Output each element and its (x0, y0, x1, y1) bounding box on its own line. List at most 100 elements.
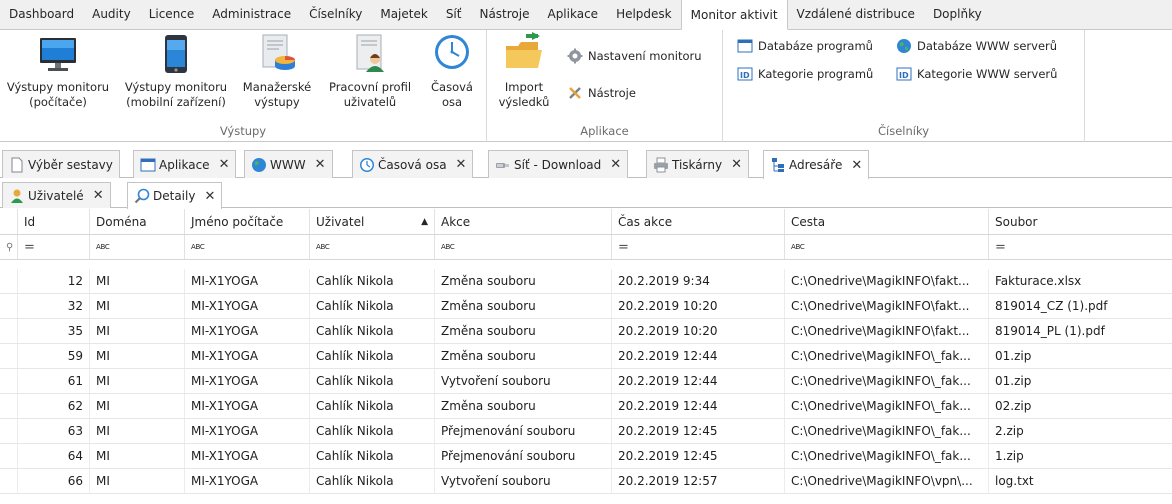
cell-uzivatel[interactable]: Cahlík Nikola (310, 469, 435, 493)
nastaveni-monitoru-button[interactable]: Nastavení monitoru (567, 48, 702, 64)
cell-soubor[interactable]: Fakturace.xlsx (989, 269, 1172, 293)
row-indicator[interactable] (0, 394, 18, 418)
cell-akce[interactable]: Změna souboru (435, 394, 612, 418)
tab-detaily[interactable]: Detaily ✕ (127, 182, 223, 209)
column-header-cesta[interactable]: Cesta (785, 209, 989, 234)
row-indicator[interactable] (0, 419, 18, 443)
cell-domena[interactable]: MI (90, 444, 185, 468)
menu-tab-administrace[interactable]: Administrace (203, 0, 300, 29)
pracovni-profil-button[interactable]: Pracovní profil uživatelů (320, 32, 420, 110)
close-icon[interactable]: ✕ (204, 189, 215, 204)
close-icon[interactable]: ✕ (610, 157, 621, 172)
cell-id[interactable]: 64 (18, 444, 90, 468)
cell-uzivatel[interactable]: Cahlík Nikola (310, 294, 435, 318)
cell-jmeno-pocitace[interactable]: MI-X1YOGA (185, 319, 310, 343)
cell-cesta[interactable]: C:\Onedrive\MagikINFO\fakt... (785, 269, 989, 293)
cell-id[interactable]: 32 (18, 294, 90, 318)
cell-domena[interactable]: MI (90, 344, 185, 368)
cell-soubor[interactable]: 819014_PL (1).pdf (989, 319, 1172, 343)
table-row[interactable]: 32 MI MI-X1YOGA Cahlík Nikola Změna souboru 2… (0, 294, 1172, 319)
cell-cesta[interactable]: C:\Onedrive\MagikINFO\fakt... (785, 294, 989, 318)
databaze-programu-button[interactable]: Databáze programů (737, 38, 873, 54)
cell-cas-akce[interactable]: 20.2.2019 12:45 (612, 419, 785, 443)
cell-cas-akce[interactable]: 20.2.2019 9:34 (612, 269, 785, 293)
casova-osa-button[interactable]: Časová osa (422, 32, 482, 110)
column-header-uzivatel[interactable]: Uživatel ▲ (310, 209, 435, 234)
cell-cas-akce[interactable]: 20.2.2019 12:45 (612, 444, 785, 468)
filter-cell-soubor[interactable]: = (989, 235, 1172, 259)
menu-tab-doplnky[interactable]: Doplňky (924, 0, 991, 29)
menu-tab-audity[interactable]: Audity (83, 0, 140, 29)
cell-uzivatel[interactable]: Cahlík Nikola (310, 444, 435, 468)
cell-soubor[interactable]: log.txt (989, 469, 1172, 493)
cell-soubor[interactable]: 819014_CZ (1).pdf (989, 294, 1172, 318)
cell-cesta[interactable]: C:\Onedrive\MagikINFO\_fak... (785, 344, 989, 368)
cell-domena[interactable]: MI (90, 269, 185, 293)
filter-cell-id[interactable]: = (18, 235, 90, 259)
column-header-jmeno-pocitace[interactable]: Jméno počítače (185, 209, 310, 234)
vystupy-monitoru-pocitace-button[interactable]: Výstupy monitoru (počítače) (0, 32, 116, 110)
tab-sit-download[interactable]: Síť - Download ✕ (488, 150, 629, 178)
cell-id[interactable]: 62 (18, 394, 90, 418)
menu-tab-licence[interactable]: Licence (140, 0, 204, 29)
cell-cesta[interactable]: C:\Onedrive\MagikINFO\vpn\... (785, 469, 989, 493)
cell-domena[interactable]: MI (90, 369, 185, 393)
row-indicator[interactable] (0, 344, 18, 368)
cell-uzivatel[interactable]: Cahlík Nikola (310, 319, 435, 343)
cell-id[interactable]: 59 (18, 344, 90, 368)
cell-akce[interactable]: Vytvoření souboru (435, 369, 612, 393)
close-icon[interactable]: ✕ (315, 157, 326, 172)
cell-jmeno-pocitace[interactable]: MI-X1YOGA (185, 269, 310, 293)
cell-domena[interactable]: MI (90, 419, 185, 443)
cell-akce[interactable]: Změna souboru (435, 294, 612, 318)
cell-cesta[interactable]: C:\Onedrive\MagikINFO\_fak... (785, 369, 989, 393)
tab-www[interactable]: WWW ✕ (244, 150, 333, 178)
cell-uzivatel[interactable]: Cahlík Nikola (310, 419, 435, 443)
filter-cell-akce[interactable]: ABC (435, 235, 612, 259)
nastroje-button[interactable]: Nástroje (567, 85, 636, 101)
column-header-id[interactable]: Id (18, 209, 90, 234)
close-icon[interactable]: ✕ (731, 157, 742, 172)
menu-tab-sit[interactable]: Síť (437, 0, 471, 29)
menu-tab-dashboard[interactable]: Dashboard (0, 0, 83, 29)
filter-cell-jmeno-pocitace[interactable]: ABC (185, 235, 310, 259)
cell-id[interactable]: 35 (18, 319, 90, 343)
import-vysledku-button[interactable]: Import výsledků (489, 32, 559, 110)
cell-jmeno-pocitace[interactable]: MI-X1YOGA (185, 369, 310, 393)
row-indicator[interactable] (0, 469, 18, 493)
column-header-cas-akce[interactable]: Čas akce (612, 209, 785, 234)
cell-uzivatel[interactable]: Cahlík Nikola (310, 394, 435, 418)
row-indicator[interactable] (0, 294, 18, 318)
cell-akce[interactable]: Změna souboru (435, 344, 612, 368)
cell-jmeno-pocitace[interactable]: MI-X1YOGA (185, 394, 310, 418)
filter-cell-uzivatel[interactable]: ABC (310, 235, 435, 259)
cell-id[interactable]: 66 (18, 469, 90, 493)
cell-soubor[interactable]: 2.zip (989, 419, 1172, 443)
cell-soubor[interactable]: 1.zip (989, 444, 1172, 468)
column-header-akce[interactable]: Akce (435, 209, 612, 234)
close-icon[interactable]: ✕ (93, 188, 104, 203)
tab-casova-osa[interactable]: Časová osa ✕ (352, 150, 474, 178)
cell-jmeno-pocitace[interactable]: MI-X1YOGA (185, 444, 310, 468)
cell-soubor[interactable]: 01.zip (989, 369, 1172, 393)
vystupy-monitoru-mobilni-button[interactable]: Výstupy monitoru (mobilní zařízení) (118, 32, 234, 110)
close-icon[interactable]: ✕ (456, 157, 467, 172)
cell-id[interactable]: 12 (18, 269, 90, 293)
cell-akce[interactable]: Přejmenování souboru (435, 419, 612, 443)
column-header-soubor[interactable]: Soubor (989, 209, 1172, 234)
cell-uzivatel[interactable]: Cahlík Nikola (310, 344, 435, 368)
cell-jmeno-pocitace[interactable]: MI-X1YOGA (185, 469, 310, 493)
table-row[interactable]: 35 MI MI-X1YOGA Cahlík Nikola Změna souboru 2… (0, 319, 1172, 344)
row-indicator[interactable] (0, 444, 18, 468)
cell-cas-akce[interactable]: 20.2.2019 12:44 (612, 394, 785, 418)
kategorie-programu-button[interactable]: ID Kategorie programů (737, 66, 873, 82)
cell-uzivatel[interactable]: Cahlík Nikola (310, 269, 435, 293)
cell-akce[interactable]: Přejmenování souboru (435, 444, 612, 468)
tab-adresare[interactable]: Adresáře ✕ (763, 150, 870, 179)
menu-tab-helpdesk[interactable]: Helpdesk (607, 0, 681, 29)
row-indicator[interactable] (0, 269, 18, 293)
table-row[interactable]: 63 MI MI-X1YOGA Cahlík Nikola Přejmenování s… (0, 419, 1172, 444)
manazerske-vystupy-button[interactable]: Manažerské výstupy (236, 32, 318, 110)
row-indicator[interactable] (0, 319, 18, 343)
cell-akce[interactable]: Vytvoření souboru (435, 469, 612, 493)
